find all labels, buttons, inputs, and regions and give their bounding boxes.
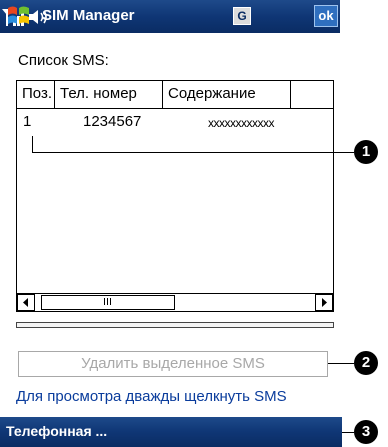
table-row[interactable]: 1 1234567 xxxxxxxxxxxx [17, 113, 333, 135]
cell-content: xxxxxxxxxxxx [208, 116, 275, 130]
list-header: Поз. Тел. номер Содержание [17, 81, 333, 109]
sms-list-label: Список SMS: [18, 52, 109, 69]
ok-button[interactable]: ok [314, 5, 338, 27]
scroll-thumb[interactable] [41, 295, 175, 310]
title-bar: SIM Manager G ok [0, 0, 340, 33]
column-header-position[interactable]: Поз. [17, 81, 55, 109]
callout-line-1 [32, 152, 354, 153]
hint-text: Для просмотра дважды щелкнуть SMS [16, 388, 287, 405]
column-header-empty [291, 81, 333, 109]
arrow-left-icon [23, 298, 28, 307]
callout-line-2 [328, 363, 354, 364]
grip-icon [104, 298, 111, 305]
windows-start-icon[interactable] [6, 4, 32, 28]
g-icon[interactable]: G [233, 7, 251, 25]
cell-position: 1 [23, 113, 32, 130]
callout-line-1-vertical [32, 136, 33, 152]
scroll-left-button[interactable] [17, 294, 35, 311]
callout-badge-1: 1 [354, 140, 378, 164]
menu-bar: Телефонная ... [0, 417, 342, 447]
phone-menu[interactable]: Телефонная ... [6, 423, 107, 439]
sms-list[interactable]: Поз. Тел. номер Содержание 1 1234567 xxx… [16, 80, 334, 312]
callout-badge-3: 3 [354, 420, 378, 444]
scroll-right-button[interactable] [315, 294, 333, 311]
cell-phone: 1234567 [83, 113, 142, 130]
horizontal-scrollbar[interactable] [17, 293, 333, 311]
column-header-phone[interactable]: Тел. номер [55, 81, 163, 109]
arrow-right-icon [322, 298, 327, 307]
app-title: SIM Manager [42, 7, 135, 24]
status-bar [16, 322, 334, 328]
delete-selected-sms-button[interactable]: Удалить выделенное SMS [18, 351, 328, 377]
column-header-content[interactable]: Содержание [163, 81, 291, 109]
callout-badge-2: 2 [354, 351, 378, 375]
callout-line-3 [342, 432, 354, 433]
